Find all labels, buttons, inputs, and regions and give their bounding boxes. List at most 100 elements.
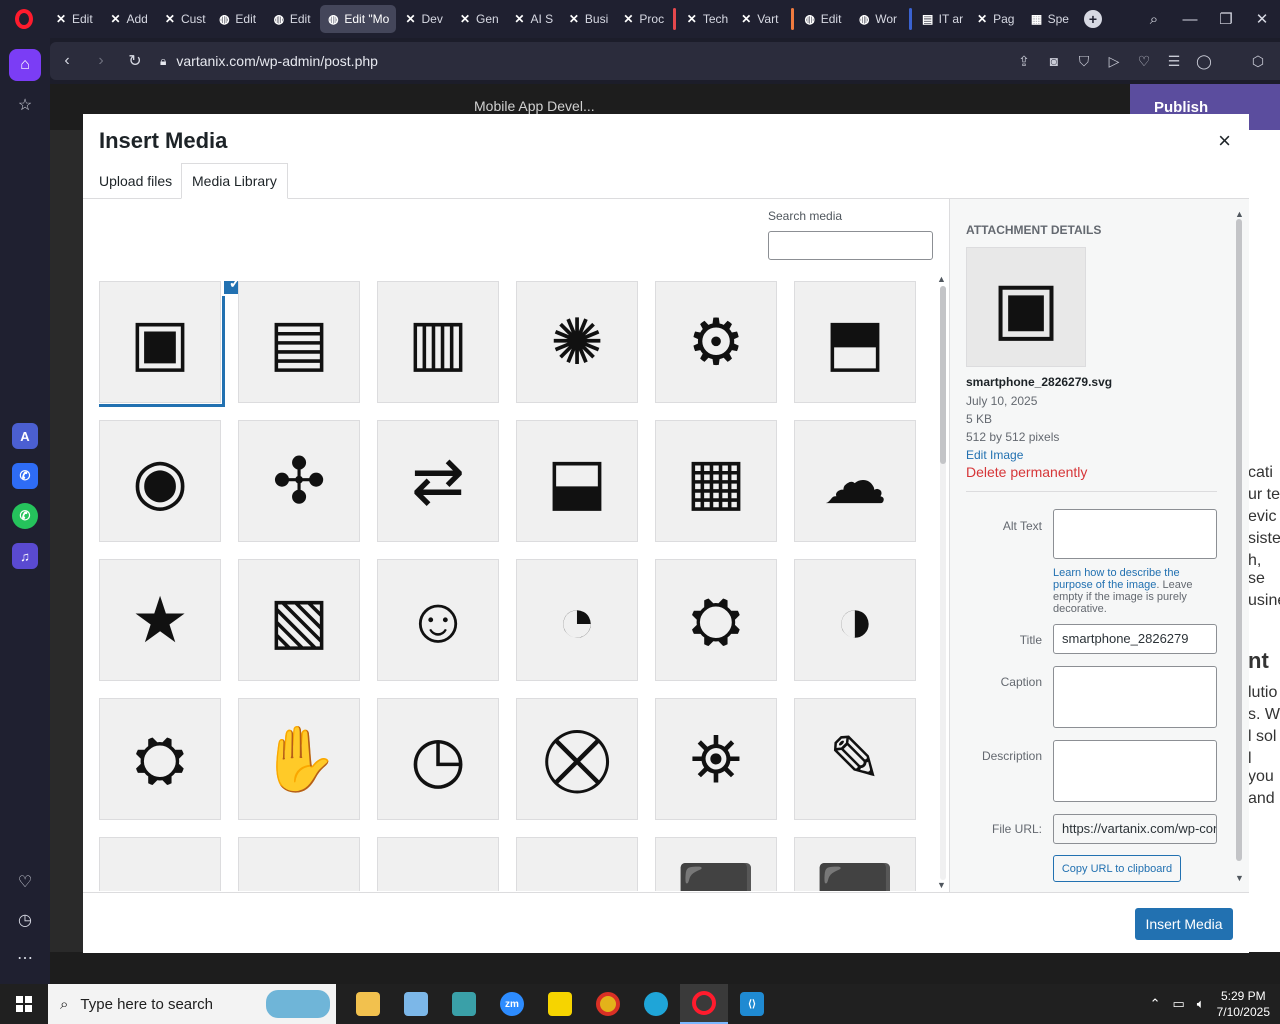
start-button[interactable] [0,984,48,1024]
heart-icon[interactable]: ♡ [1134,53,1154,70]
browser-tab[interactable]: ◍ Edit [211,5,263,33]
sticky-notes-app[interactable] [536,984,584,1024]
media-item[interactable]: ◷ [377,698,499,820]
browser-tab[interactable]: ◍ Edit [266,5,318,33]
media-item[interactable]: ⛭ [655,559,777,681]
media-item[interactable]: ▤ [238,281,360,403]
heart-icon[interactable]: ♡ [11,868,39,896]
close-window-button[interactable]: ✕ [1244,10,1280,28]
taskbar-search[interactable]: ⌕ Type here to search [48,984,336,1024]
network-icon[interactable]: ▭ [1173,996,1185,1012]
clock[interactable]: 5:29 PM 7/10/2025 [1217,988,1270,1020]
media-item[interactable]: ⬓ [516,420,638,542]
media-item[interactable]: ▥ [377,281,499,403]
aria-app-icon[interactable]: A [12,423,38,449]
media-item[interactable]: ✣ [238,420,360,542]
browser-tab[interactable]: ✕ Dev [398,5,450,33]
media-item[interactable]: ⬛ [794,837,916,891]
search-tabs-icon[interactable]: ⌕ [1136,11,1172,28]
maximize-button[interactable]: ❐ [1208,10,1244,28]
grid-scrollbar[interactable]: ▲ ▼ [937,274,949,892]
close-icon[interactable]: × [1218,128,1231,154]
browser-tab[interactable]: ✕ Gen [452,5,504,33]
media-item[interactable]: ☺ [377,559,499,681]
media-item[interactable]: ▣ ✓ [99,281,248,407]
edit-image-link[interactable]: Edit Image [966,448,1023,462]
insert-media-button[interactable]: Insert Media [1135,908,1233,940]
browser-tab[interactable]: ✕ Proc [615,5,667,33]
media-item[interactable]: ▦ [655,420,777,542]
media-item[interactable]: ▭ [377,837,499,891]
history-icon[interactable]: ◷ [11,906,39,934]
title-field[interactable]: smartphone_2826279 [1053,624,1217,654]
zoom-app[interactable]: zm [488,984,536,1024]
scroll-up-icon[interactable]: ▲ [937,274,946,284]
menu-icon[interactable]: ☰ [1164,53,1184,70]
browser-tab[interactable]: ✕ Vart [733,5,785,33]
media-item[interactable]: ★ [99,559,221,681]
caption-field[interactable] [1053,666,1217,728]
browser-tab[interactable]: ▦ Spe [1024,5,1076,33]
profile-icon[interactable]: ◯ [1194,53,1214,70]
browser-tab[interactable]: ✕ Edit [48,5,100,33]
browser-tab[interactable]: ✕ AI S [506,5,558,33]
media-item[interactable]: ☁ [794,420,916,542]
media-item[interactable]: ▭ [516,837,638,891]
chevron-up-icon[interactable]: ⌃ [1150,996,1161,1012]
media-item[interactable]: ▭ [99,837,221,891]
media-item[interactable]: ⬒ [794,281,916,403]
tab-media-library[interactable]: Media Library [181,163,288,199]
media-item[interactable]: ▧ [238,559,360,681]
vscode-app[interactable]: ⟨⟩ [728,984,776,1024]
volume-icon[interactable]: 🔈︎ [1197,996,1205,1012]
media-item[interactable]: ⛯ [655,698,777,820]
alt-text-field[interactable] [1053,509,1217,559]
details-scrollbar[interactable]: ▲ ▼ [1235,209,1244,885]
gem-app[interactable] [440,984,488,1024]
media-item[interactable]: ◑ [794,559,916,681]
home-icon[interactable]: ⌂ [9,49,41,81]
media-item[interactable]: ✺ [516,281,638,403]
minimize-button[interactable]: — [1172,11,1208,28]
browser-tab[interactable]: ✕ Pag [969,5,1021,33]
copy-url-button[interactable]: Copy URL to clipboard [1053,855,1181,882]
new-tab-button[interactable]: + [1084,10,1102,28]
media-item[interactable]: ⬛ [655,837,777,891]
extension-icon[interactable]: ⬡ [1248,53,1268,70]
messenger-app-icon[interactable]: ✆ [12,463,38,489]
share-icon[interactable]: ⇪ [1014,53,1034,70]
media-item[interactable]: ✎ [794,698,916,820]
adblock-icon[interactable]: ⛉ [1074,53,1094,70]
media-item[interactable]: ◔ [516,559,638,681]
paint-app[interactable] [392,984,440,1024]
browser-tab[interactable]: ◍ Edit "Mo [320,5,396,33]
browser-tab[interactable]: ▤ IT ar [915,5,967,33]
media-item[interactable]: ⇄ [377,420,499,542]
back-icon[interactable]: ‹ [50,52,84,70]
more-icon[interactable]: ⋯ [11,944,39,972]
reload-icon[interactable]: ↻ [118,51,152,71]
browser-tab[interactable]: ◍ Edit [797,5,849,33]
browser-tab[interactable]: ✕ Busi [561,5,613,33]
forward-icon[interactable]: › [84,52,118,70]
description-field[interactable] [1053,740,1217,802]
media-item[interactable]: ⛒ [516,698,638,820]
scroll-down-icon[interactable]: ▼ [937,880,946,890]
browser-tab[interactable]: ✕ Add [102,5,154,33]
opera-app[interactable] [680,984,728,1024]
media-item[interactable]: ⛭ [99,698,221,820]
opera-logo-icon[interactable] [0,0,48,38]
camera-icon[interactable]: ◙ [1044,53,1064,70]
document-title[interactable]: Mobile App Devel... [474,98,595,114]
media-item[interactable]: ✋ [238,698,360,820]
whatsapp-app-icon[interactable]: ✆ [12,503,38,529]
chrome-app[interactable] [584,984,632,1024]
delete-permanently-link[interactable]: Delete permanently [966,464,1087,480]
browser-tab[interactable]: ✕ Tech [679,5,731,33]
media-item[interactable]: ▭ [238,837,360,891]
browser-tab[interactable]: ✕ Cust [157,5,209,33]
star-icon[interactable]: ☆ [11,91,39,119]
file-url-field[interactable]: https://vartanix.com/wp-content/ [1053,814,1217,844]
url-field[interactable]: 🔒︎ vartanix.com/wp-admin/post.php [152,53,1014,69]
edge-app[interactable] [632,984,680,1024]
